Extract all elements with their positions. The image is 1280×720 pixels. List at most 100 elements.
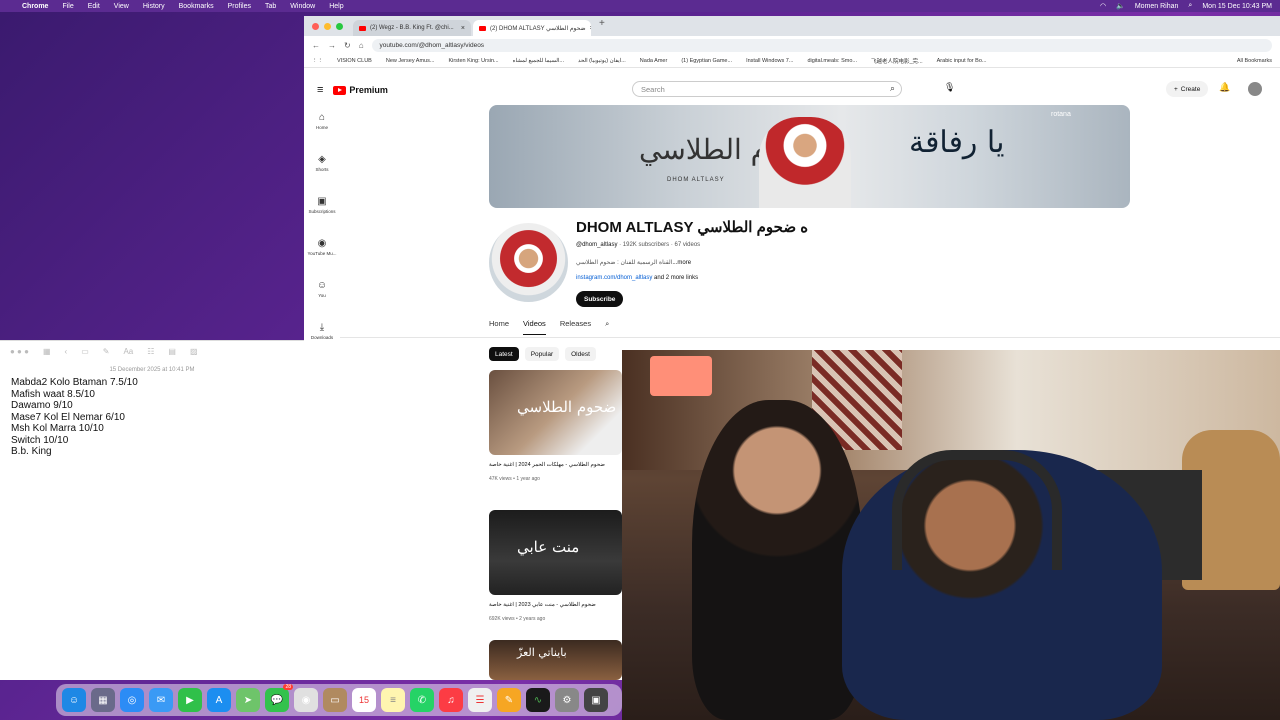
browser-tab-active[interactable]: (2) DHOM ALTLASY ضحوم الطلاسي ×: [473, 20, 591, 36]
launchpad-icon[interactable]: ▦: [91, 688, 115, 712]
menu-view[interactable]: View: [114, 3, 129, 10]
menu-help[interactable]: Help: [329, 3, 343, 10]
system-settings-icon[interactable]: ⚙: [555, 688, 579, 712]
trash-icon[interactable]: ▭: [81, 347, 89, 356]
channel-search-icon[interactable]: ⌕: [605, 319, 609, 335]
instagram-link[interactable]: instagram.com/dhom_altlasy: [576, 275, 652, 281]
menu-app-name[interactable]: Chrome: [22, 3, 48, 10]
folder-icon[interactable]: ▭: [323, 688, 347, 712]
note-line[interactable]: Mafish waat 8.5/10: [0, 389, 304, 401]
pages-icon[interactable]: ✎: [497, 688, 521, 712]
microphone-icon[interactable]: 🎙: [944, 82, 955, 93]
menu-datetime[interactable]: Mon 15 Dec 10:43 PM: [1202, 3, 1272, 10]
chrome-icon[interactable]: ◉: [294, 688, 318, 712]
close-window-icon[interactable]: [312, 22, 319, 30]
maps-icon[interactable]: ➤: [236, 688, 260, 712]
video-thumbnail[interactable]: منت عابي: [489, 510, 622, 595]
minimize-window-icon[interactable]: [324, 22, 331, 30]
bookmark-item[interactable]: VISION CLUB: [337, 58, 372, 64]
more-links[interactable]: and 2 more links: [654, 275, 698, 281]
close-tab-icon[interactable]: ×: [461, 25, 465, 32]
mail-icon[interactable]: ✉: [149, 688, 173, 712]
channel-description[interactable]: القناة الرسمية للفنان : ضحوم الطلاسي...m…: [576, 259, 691, 266]
sidebar-item-home[interactable]: ⌂ Home: [304, 112, 340, 130]
search-icon[interactable]: ⌕: [890, 83, 895, 94]
bookmark-item[interactable]: Arabic input for Bo...: [937, 58, 987, 64]
messages-icon[interactable]: 💬 28: [265, 684, 293, 712]
menu-icon[interactable]: ≡: [317, 84, 323, 96]
notes-icon[interactable]: ≡: [381, 688, 405, 712]
apps-icon[interactable]: ⋮⋮: [312, 58, 323, 64]
wifi-icon[interactable]: ◠: [1100, 2, 1106, 10]
bookmark-item[interactable]: Install Windows 7...: [746, 58, 793, 64]
menu-tab[interactable]: Tab: [265, 3, 276, 10]
menu-profiles[interactable]: Profiles: [228, 3, 251, 10]
home-icon[interactable]: ⌂: [359, 41, 364, 50]
note-line[interactable]: Mase7 Kol El Nemar 6/10: [0, 412, 304, 424]
notifications-icon[interactable]: 🔔: [1219, 82, 1230, 93]
tab-videos[interactable]: Videos: [523, 319, 546, 335]
note-line[interactable]: Msh Kol Marra 10/10: [0, 423, 304, 435]
media-icon[interactable]: ▨: [190, 347, 198, 356]
forward-icon[interactable]: →: [328, 41, 336, 50]
video-thumbnail[interactable]: ضحوم الطلاسي: [489, 370, 622, 455]
url-field[interactable]: youtube.com/@dhom_altlasy/videos: [371, 38, 1272, 52]
create-button[interactable]: + Create: [1166, 81, 1209, 97]
all-bookmarks[interactable]: All Bookmarks: [1237, 58, 1272, 64]
back-icon[interactable]: ←: [312, 41, 320, 50]
new-tab-icon[interactable]: +: [599, 18, 605, 36]
video-title[interactable]: ضحوم الطلاسي - منت عابي 2023 | اغنية خاص…: [489, 602, 622, 608]
sidebar-item-shorts[interactable]: ◈ Shorts: [304, 154, 340, 172]
activity-monitor-icon[interactable]: ∿: [526, 688, 550, 712]
sidebar-item-downloads[interactable]: ⤓ Downloads: [304, 322, 340, 340]
note-line[interactable]: Mabda2 Kolo Btaman 7.5/10: [0, 377, 304, 389]
sidebar-item-subscriptions[interactable]: ▣ Subscriptions: [304, 196, 340, 214]
youtube-logo[interactable]: Premium: [333, 85, 388, 95]
list-view-icon[interactable]: ▦: [43, 347, 51, 356]
utility-icon[interactable]: ▣: [584, 688, 608, 712]
chip-latest[interactable]: Latest: [489, 347, 519, 361]
menu-edit[interactable]: Edit: [88, 3, 100, 10]
menu-window[interactable]: Window: [290, 3, 315, 10]
safari-icon[interactable]: ◎: [120, 688, 144, 712]
compose-icon[interactable]: ✎: [103, 347, 110, 356]
format-icon[interactable]: Aa: [123, 347, 133, 356]
tab-releases[interactable]: Releases: [560, 319, 591, 335]
channel-avatar[interactable]: [489, 223, 568, 302]
checklist-icon[interactable]: ☷: [147, 347, 154, 356]
bookmark-item[interactable]: ايفان (يوتيوبيا) الحد...: [578, 58, 626, 64]
chip-oldest[interactable]: Oldest: [565, 347, 596, 361]
sidebar-item-you[interactable]: ☺ You: [304, 280, 340, 298]
search-input[interactable]: Search ⌕: [632, 81, 902, 97]
menu-user[interactable]: Momen Rihan: [1135, 3, 1179, 10]
bookmark-item[interactable]: digital.meals: Smo...: [807, 58, 857, 64]
browser-tab[interactable]: (2) Wegz - B.B. King Ft. @chi... ×: [353, 20, 471, 36]
note-line[interactable]: Switch 10/10: [0, 435, 304, 447]
sidebar-item-music[interactable]: ◉ YouTube Mu...: [304, 238, 340, 256]
bookmark-item[interactable]: New Jersey Amus...: [386, 58, 435, 64]
account-avatar[interactable]: [1248, 82, 1262, 96]
reminders-icon[interactable]: ☰: [468, 688, 492, 712]
video-thumbnail[interactable]: بايناتي العزّ: [489, 640, 622, 680]
whatsapp-icon[interactable]: ✆: [410, 688, 434, 712]
back-icon[interactable]: ‹: [65, 347, 68, 356]
tab-home[interactable]: Home: [489, 319, 509, 335]
bookmark-item[interactable]: Nada Amer: [640, 58, 668, 64]
calendar-icon[interactable]: 15: [352, 688, 376, 712]
bookmark-item[interactable]: Kirsten King: Ursin...: [448, 58, 498, 64]
menu-bookmarks[interactable]: Bookmarks: [179, 3, 214, 10]
table-icon[interactable]: ▤: [168, 347, 176, 356]
maximize-window-icon[interactable]: [336, 22, 343, 30]
finder-icon[interactable]: ☺: [62, 688, 86, 712]
music-icon[interactable]: ♫: [439, 688, 463, 712]
bookmark-item[interactable]: (1) Egyptian Game...: [681, 58, 732, 64]
window-controls-icon[interactable]: ● ● ●: [10, 347, 29, 356]
app-store-icon[interactable]: A: [207, 688, 231, 712]
bookmark-item[interactable]: 飞越老人院电影_完...: [871, 57, 923, 65]
search-icon[interactable]: ⌕: [1188, 2, 1192, 10]
note-line[interactable]: Dawamo 9/10: [0, 400, 304, 412]
close-tab-icon[interactable]: ×: [590, 25, 591, 32]
subscribe-button[interactable]: Subscribe: [576, 291, 624, 307]
chip-popular[interactable]: Popular: [524, 347, 560, 361]
menu-file[interactable]: File: [62, 3, 73, 10]
